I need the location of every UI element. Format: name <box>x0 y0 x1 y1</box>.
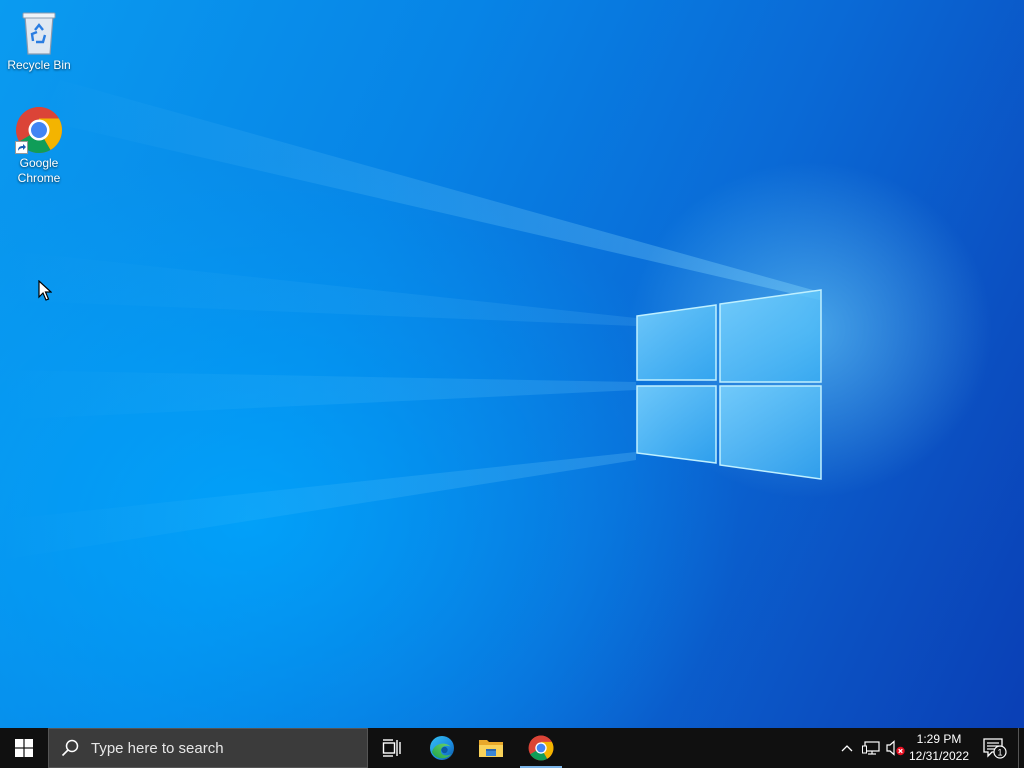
volume-tray-button[interactable] <box>884 728 908 768</box>
recycle-bin-desktop-icon[interactable]: Recycle Bin <box>2 8 76 73</box>
taskbar: 1:29 PM 12/31/2022 1 <box>0 728 1024 768</box>
task-view-icon <box>382 739 401 757</box>
mouse-pointer-icon <box>38 280 52 301</box>
search-input[interactable] <box>89 738 353 758</box>
search-icon <box>61 739 79 757</box>
file-explorer-icon <box>479 740 503 757</box>
start-button[interactable] <box>0 728 48 768</box>
wallpaper-light-beams <box>0 80 822 560</box>
file-explorer-taskbar-button[interactable] <box>467 728 515 768</box>
google-chrome-desktop-icon[interactable]: Google Chrome <box>2 106 76 186</box>
recycle-bin-icon <box>15 8 63 56</box>
volume-muted-icon <box>886 740 905 756</box>
action-center-button[interactable]: 1 <box>978 728 1012 768</box>
network-tray-button[interactable] <box>860 728 882 768</box>
shortcut-arrow-icon <box>15 141 28 154</box>
show-hidden-icons-button[interactable] <box>836 728 858 768</box>
windows-logo-wallpaper <box>636 289 822 480</box>
notifications-icon: 1 <box>983 738 1007 759</box>
google-chrome-icon <box>15 106 63 154</box>
recycle-bin-label: Recycle Bin <box>7 58 71 72</box>
windows-start-icon <box>15 739 33 757</box>
taskbar-clock[interactable]: 1:29 PM 12/31/2022 <box>908 728 970 768</box>
microsoft-edge-taskbar-button[interactable] <box>418 728 466 768</box>
clock-date: 12/31/2022 <box>908 749 970 763</box>
google-chrome-icon <box>528 735 554 761</box>
clock-time: 1:29 PM <box>916 732 962 746</box>
chevron-up-icon <box>841 745 853 752</box>
network-icon <box>862 741 880 755</box>
google-chrome-label-line-1: Google <box>19 156 59 170</box>
google-chrome-label-line-2: Chrome <box>17 171 61 185</box>
desktop[interactable]: Recycle Bin Google Chrome <box>0 0 1024 728</box>
microsoft-edge-icon <box>430 736 454 760</box>
google-chrome-taskbar-button[interactable] <box>516 728 566 768</box>
task-view-button[interactable] <box>368 728 416 768</box>
notification-count-badge: 1 <box>997 748 1002 758</box>
taskbar-search-box[interactable] <box>48 728 368 768</box>
show-desktop-button[interactable] <box>1018 728 1024 768</box>
